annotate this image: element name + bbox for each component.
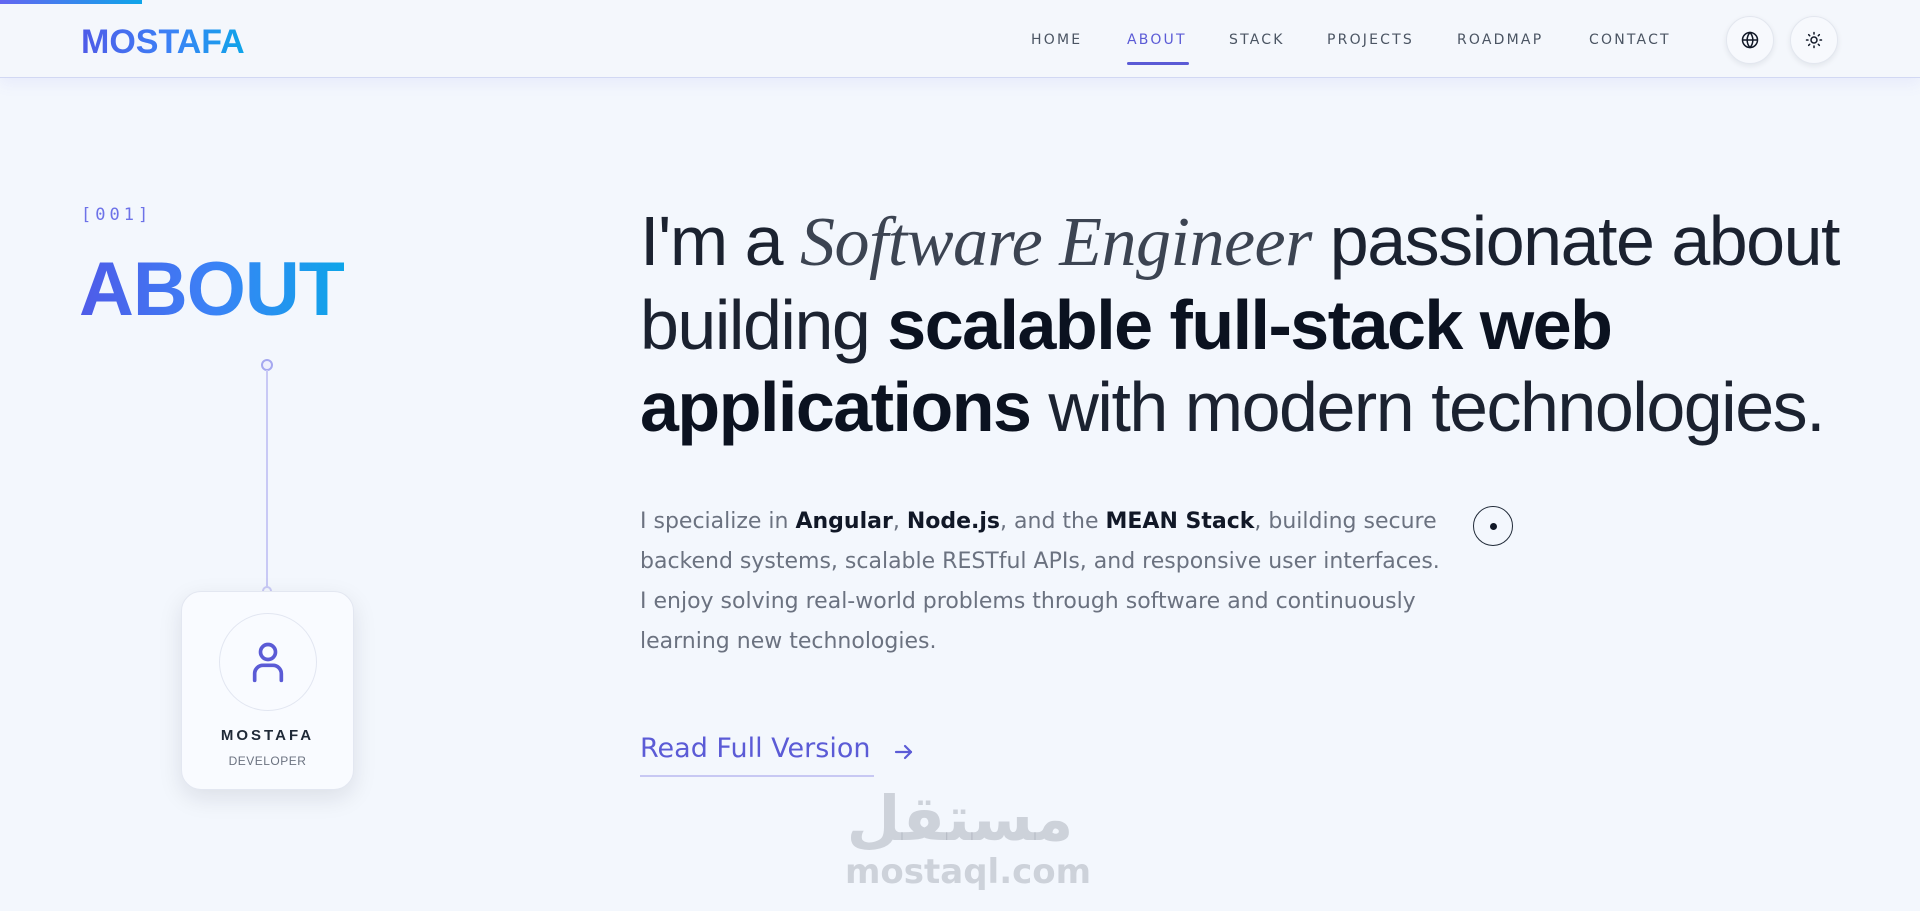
- scroll-progress-bar: [0, 0, 142, 4]
- nav-roadmap[interactable]: ROADMAP: [1457, 32, 1543, 48]
- section-index: [001]: [81, 205, 153, 225]
- about-headline: I'm a Software Engineer passionate about…: [640, 200, 1900, 448]
- description-highlight: Node.js: [906, 509, 1001, 534]
- active-nav-indicator: [1127, 62, 1189, 65]
- site-logo[interactable]: MOSTAFA: [81, 23, 245, 61]
- description-highlight: Angular: [795, 509, 893, 534]
- profile-role: DEVELOPER: [228, 754, 307, 768]
- watermark-latin: mostaql.com: [845, 852, 1092, 892]
- read-full-version-link[interactable]: Read Full Version: [640, 733, 870, 764]
- nav-about[interactable]: ABOUT: [1127, 32, 1187, 48]
- avatar: [219, 613, 317, 711]
- profile-name: MOSTAFA: [220, 727, 315, 744]
- custom-cursor: [1473, 506, 1513, 546]
- timeline-line: [266, 370, 268, 592]
- description-text: ,: [892, 509, 907, 534]
- headline-role: Software Engineer: [799, 204, 1312, 281]
- watermark-arabic: مستقل: [846, 782, 1074, 855]
- arrow-right-icon[interactable]: [892, 740, 916, 764]
- nav-home[interactable]: HOME: [1031, 32, 1082, 48]
- about-description: I specialize in Angular, Node.js, and th…: [640, 502, 1440, 662]
- cursor-dot: [1489, 522, 1497, 530]
- headline-intro: I'm a: [640, 202, 800, 280]
- description-text: I specialize in: [640, 509, 796, 534]
- watermark: مستقل mostaql.com: [845, 782, 1092, 893]
- theme-toggle-button[interactable]: [1790, 16, 1838, 64]
- user-icon: [252, 642, 284, 683]
- nav-stack[interactable]: STACK: [1229, 32, 1285, 48]
- description-highlight: MEAN Stack: [1105, 509, 1255, 534]
- nav-projects[interactable]: PROJECTS: [1327, 32, 1414, 48]
- section-title: ABOUT: [79, 247, 345, 332]
- nav-contact[interactable]: CONTACT: [1589, 32, 1671, 48]
- sun-icon: [1805, 31, 1823, 49]
- globe-icon: [1741, 31, 1759, 49]
- site-header: MOSTAFA HOME ABOUT STACK PROJECTS ROADMA…: [0, 0, 1920, 78]
- profile-card: MOSTAFA DEVELOPER: [181, 591, 354, 790]
- link-underline: [640, 775, 874, 777]
- description-text: , and the: [1000, 509, 1106, 534]
- headline-end: with modern technologies.: [1030, 368, 1825, 446]
- language-button[interactable]: [1726, 16, 1774, 64]
